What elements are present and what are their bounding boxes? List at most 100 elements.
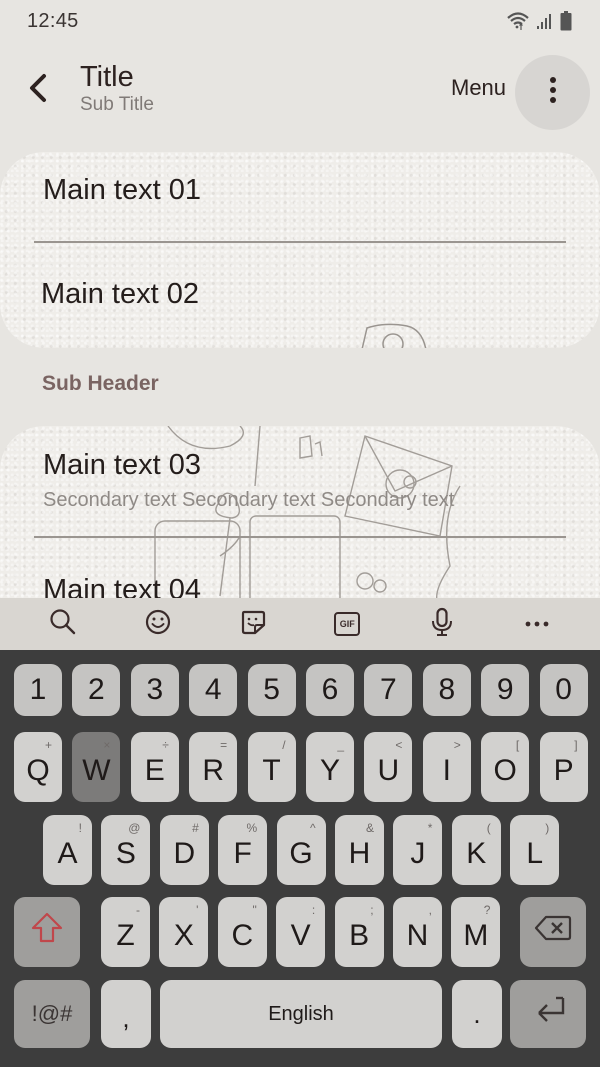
key-label: X — [173, 919, 194, 952]
key-5[interactable]: 5 — [247, 664, 296, 716]
key-hint: , — [428, 903, 432, 917]
status-time: 12:45 — [27, 9, 79, 32]
key-label: P — [553, 754, 574, 787]
key-1[interactable]: 1 — [14, 664, 62, 716]
key-s[interactable]: @ S — [101, 815, 151, 885]
space-key[interactable]: English — [160, 980, 442, 1048]
key-q[interactable]: + Q — [14, 732, 62, 802]
keyboard-emoji-button[interactable] — [138, 604, 178, 644]
key-l[interactable]: ) L — [510, 815, 560, 885]
key-label: 9 — [496, 673, 514, 706]
period-key[interactable]: . — [452, 980, 502, 1048]
key-i[interactable]: > I — [422, 732, 471, 802]
comma-key[interactable]: , — [101, 980, 151, 1048]
more-vertical-icon — [549, 76, 557, 109]
list-item[interactable]: Main text 03 Secondary text Secondary te… — [0, 426, 600, 536]
key-r[interactable]: = R — [189, 732, 238, 802]
microphone-icon — [430, 607, 454, 642]
key-j[interactable]: * J — [393, 815, 443, 885]
period-key-label: . — [473, 998, 481, 1029]
key-n[interactable]: ,N — [393, 897, 442, 967]
key-t[interactable]: / T — [247, 732, 296, 802]
key-9[interactable]: 9 — [481, 664, 530, 716]
back-button[interactable] — [18, 68, 58, 112]
key-p[interactable]: ] P — [539, 732, 588, 802]
key-3[interactable]: 3 — [130, 664, 179, 716]
key-a[interactable]: ! A — [43, 815, 92, 885]
key-label: Z — [116, 919, 135, 952]
key-label: 8 — [438, 673, 456, 706]
key-hint: ' — [196, 903, 199, 917]
key-label: 6 — [321, 673, 339, 706]
key-4[interactable]: 4 — [189, 664, 238, 716]
more-options-button[interactable] — [515, 55, 590, 130]
key-y[interactable]: _ Y — [306, 732, 354, 802]
enter-key[interactable] — [510, 980, 586, 1048]
key-label: Y — [319, 754, 340, 787]
key-0[interactable]: 0 — [539, 664, 588, 716]
key-2[interactable]: 2 — [72, 664, 121, 716]
keyboard-voice-button[interactable] — [422, 604, 462, 644]
key-label: S — [115, 837, 136, 870]
key-label: C — [231, 919, 254, 952]
backspace-key[interactable] — [520, 897, 586, 967]
key-hint: ( — [486, 821, 491, 835]
key-h[interactable]: & H — [335, 815, 384, 885]
shift-key[interactable] — [14, 897, 80, 967]
space-key-label: English — [268, 1002, 334, 1025]
key-hint: / — [282, 738, 286, 752]
list-item-main-text: Main text 01 — [43, 174, 201, 206]
status-bar: 12:45 — [0, 0, 600, 42]
menu-button[interactable]: Menu — [451, 75, 506, 101]
key-hint: & — [365, 821, 374, 835]
key-label: W — [82, 754, 111, 787]
list-item-secondary-text: Secondary text Secondary text Secondary … — [43, 489, 455, 511]
key-d[interactable]: # D — [159, 815, 209, 885]
keyboard-gif-button[interactable]: GIF — [327, 604, 367, 644]
key-label: V — [290, 919, 311, 952]
keyboard-sticker-button[interactable] — [233, 604, 273, 644]
key-hint: # — [192, 821, 199, 835]
key-label: G — [289, 837, 313, 870]
key-label: N — [406, 919, 429, 952]
key-u[interactable]: < U — [364, 732, 413, 802]
key-k[interactable]: (K — [451, 815, 501, 885]
key-hint: = — [220, 738, 228, 752]
key-label: 5 — [263, 673, 280, 706]
key-m[interactable]: ? M — [451, 897, 501, 967]
key-w[interactable]: × W — [72, 732, 121, 802]
symbols-key-label: !@# — [31, 1001, 73, 1026]
key-hint: ) — [545, 821, 550, 835]
key-f[interactable]: % F — [218, 815, 268, 885]
symbols-key[interactable]: !@# — [14, 980, 90, 1048]
keyboard-more-button[interactable] — [517, 604, 557, 644]
key-hint: @ — [128, 821, 141, 835]
key-c[interactable]: " C — [217, 897, 267, 967]
key-8[interactable]: 8 — [422, 664, 471, 716]
list-item[interactable]: Main text 01 — [0, 152, 600, 242]
key-label: 0 — [555, 673, 572, 706]
key-v[interactable]: :V — [276, 897, 326, 967]
key-label: 3 — [146, 673, 164, 706]
key-o[interactable]: [O — [481, 732, 530, 802]
key-hint: - — [136, 903, 140, 917]
page-title: Title — [80, 61, 134, 93]
sub-header: Sub Header — [42, 372, 159, 395]
app-bar: Title Sub Title Menu — [0, 50, 600, 132]
list-item-main-text: Main text 02 — [41, 278, 199, 310]
key-z[interactable]: -Z — [101, 897, 150, 967]
key-6[interactable]: 6 — [306, 664, 354, 716]
key-hint: ? — [483, 903, 491, 917]
key-x[interactable]: ' X — [159, 897, 209, 967]
key-7[interactable]: 7 — [364, 664, 413, 716]
key-hint: " — [252, 903, 257, 917]
key-e[interactable]: ÷ E — [130, 732, 179, 802]
keyboard-search-button[interactable] — [43, 604, 83, 644]
key-b[interactable]: ; B — [334, 897, 384, 967]
key-label: D — [173, 837, 196, 870]
list-item[interactable]: Main text 02 — [0, 243, 600, 348]
key-g[interactable]: ^ G — [276, 815, 326, 885]
key-label: I — [442, 754, 451, 787]
key-hint: % — [246, 821, 258, 835]
key-hint: + — [44, 738, 52, 752]
